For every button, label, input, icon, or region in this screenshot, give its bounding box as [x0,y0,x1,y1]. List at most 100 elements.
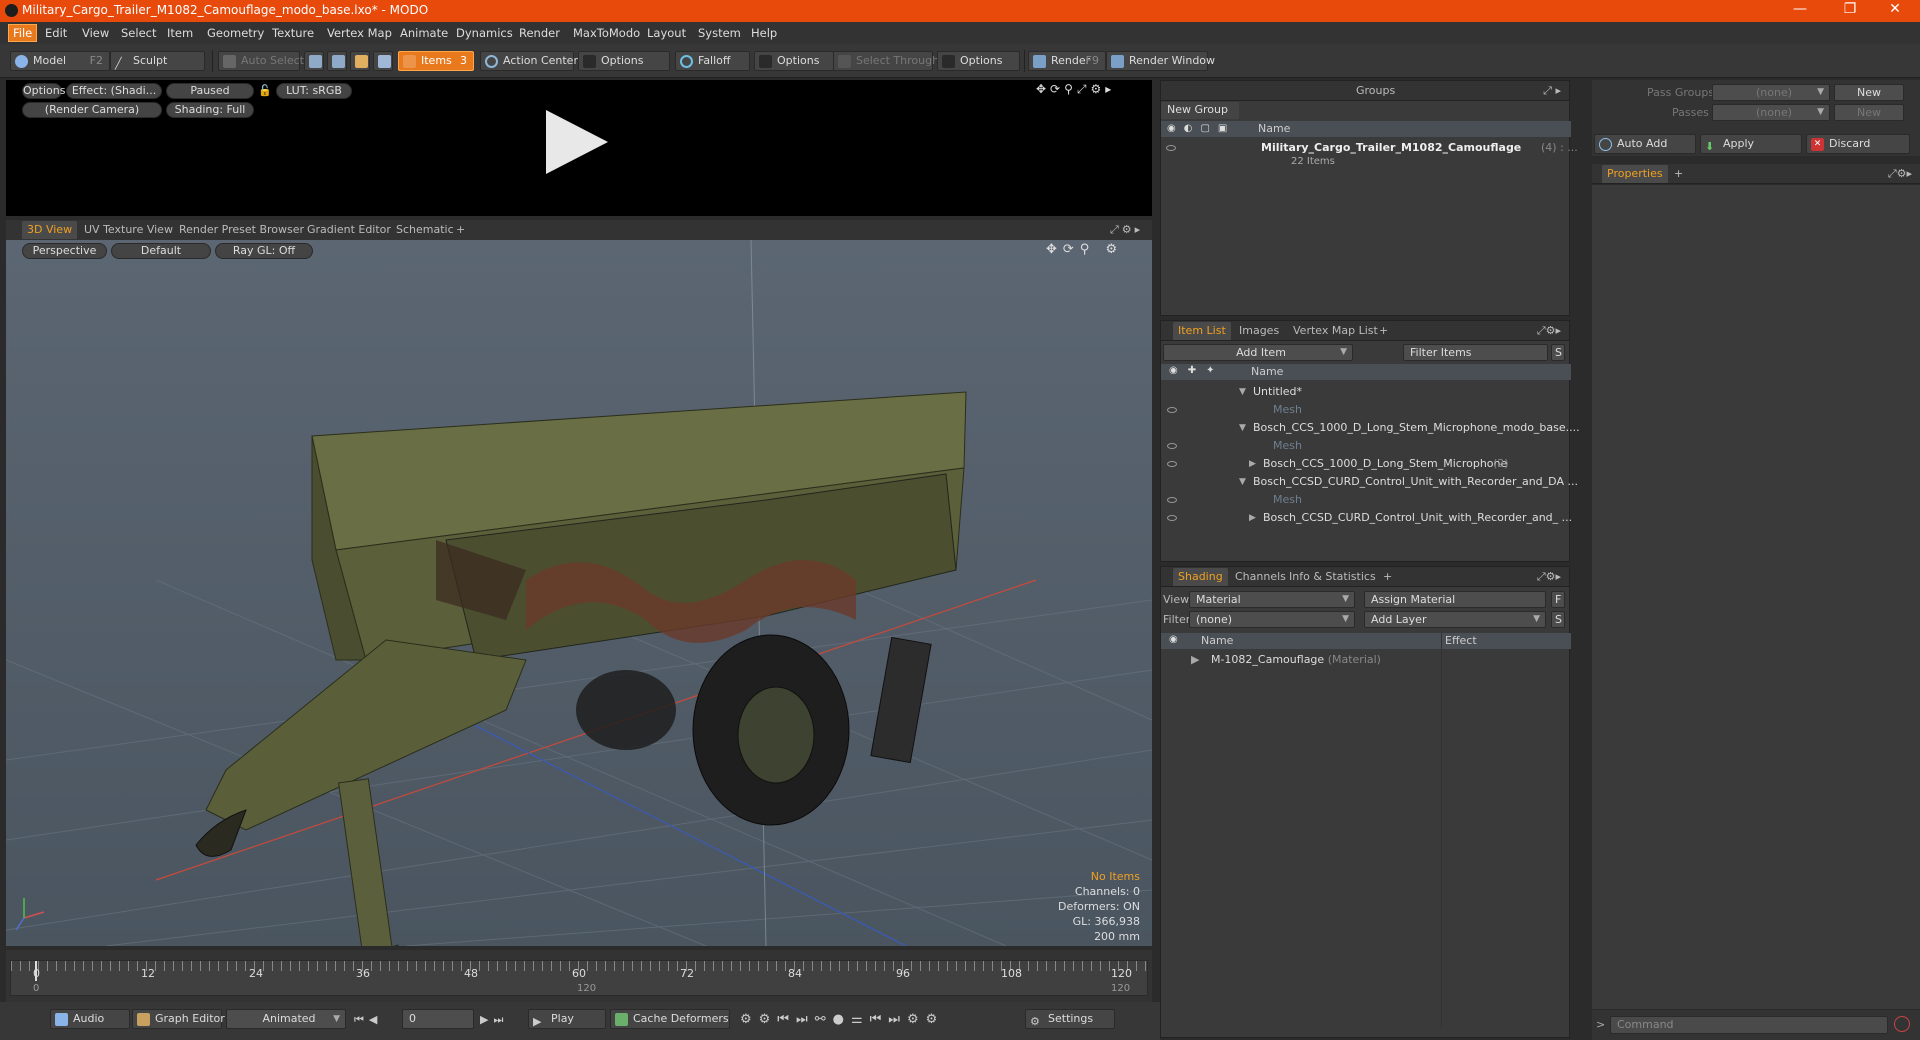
menu-dynamics[interactable]: Dynamics [456,26,513,40]
model-mode-button[interactable]: Model F2 [10,51,110,71]
apply-button[interactable]: ⬇ Apply [1700,134,1802,154]
menu-layout[interactable]: Layout [647,26,686,40]
view-dropdown[interactable]: Material ▼ [1189,591,1355,608]
minimize-button[interactable]: — [1785,1,1815,17]
ray-gl-dropdown[interactable]: Ray GL: Off [215,243,313,259]
material-row[interactable]: ▶ M-1082_Camouflage (Material) [1161,651,1569,669]
lut-dropdown[interactable]: LUT: sRGB [276,83,352,99]
item-list-row[interactable]: ▼ Bosch_CCS_1000_D_Long_Stem_Microphone_m… [1161,419,1580,437]
action-center-button[interactable]: Action Center [480,51,578,71]
add-tab-button[interactable]: + [456,223,465,236]
item-list-row[interactable]: ▼ Bosch_CCSD_CURD_Control_Unit_with_Recor… [1161,473,1578,491]
shading-f-button[interactable]: F [1551,591,1565,608]
auto-select-button[interactable]: Auto Select [218,51,304,71]
frame-input[interactable]: 0 [402,1009,474,1029]
discard-button[interactable]: ✕ Discard [1806,134,1910,154]
expand-arrow-icon[interactable]: ▼ [1239,419,1246,437]
render-camera-dropdown[interactable]: (Render Camera) [22,102,162,118]
timeline-ruler[interactable]: 0 12 24 36 48 60 72 84 96 108 120 0 120 … [10,960,1148,996]
filter-dropdown[interactable]: (none) ▼ [1189,611,1355,628]
timeline[interactable]: 0 12 24 36 48 60 72 84 96 108 120 0 120 … [6,950,1152,1002]
sculpt-mode-button[interactable]: ╱ Sculpt [110,51,205,71]
tab-3d-view[interactable]: 3D View [22,221,78,239]
item-list-row[interactable]: Mesh [1161,491,1569,509]
tab-channels[interactable]: Channels [1235,570,1286,583]
cache-deformers-button[interactable]: Cache Deformers [610,1009,730,1029]
filter-s-button[interactable]: S [1551,344,1565,361]
close-button[interactable]: ✕ [1880,1,1910,17]
effect-dropdown[interactable]: Effect: (Shadi... [66,83,162,99]
3d-viewport[interactable]: Perspective Default Ray GL: Off ✥⟳⚲ ⚙ No… [6,240,1152,946]
expand-icon[interactable]: ⤢ ▸ [1543,84,1561,98]
paused-button[interactable]: Paused [166,83,254,99]
tab-properties[interactable]: Properties [1602,165,1668,183]
expand-arrow-icon[interactable]: ▶ [1191,653,1199,666]
menu-maxtomodo[interactable]: MaxToModo [573,26,640,40]
keyframe-tool-icons[interactable]: ⚙⚙⏮⏭⚯●⚌⏮⏭⚙⚙ [740,1012,944,1027]
menu-animate[interactable]: Animate [400,26,448,40]
shading-style-dropdown[interactable]: Default [111,243,211,259]
auto-add-button[interactable]: Auto Add [1594,134,1696,154]
panel-controls-icons[interactable]: ⤢⚙▸ [1537,570,1561,584]
stop-icon[interactable] [1894,1016,1910,1032]
visibility-eye-icon[interactable] [1167,443,1177,449]
settings-button[interactable]: ⚙ Settings [1025,1009,1115,1029]
items-mode-button[interactable]: Items 3 [398,51,474,71]
menu-view[interactable]: View [82,26,109,40]
preview-controls-icons[interactable]: ✥⟳⚲⤢⚙▸ [1036,82,1115,97]
menu-vertex-map[interactable]: Vertex Map [327,26,392,40]
frame-forward-icons[interactable]: ▶⏭ [480,1013,508,1027]
item-list-row[interactable]: ▶ Bosch_CCSD_CURD_Control_Unit_with_Recor… [1161,509,1572,527]
new-pass-button[interactable]: New [1834,104,1904,121]
falloff-button[interactable]: Falloff [675,51,750,71]
lock-icon[interactable]: 🔓 [258,84,272,97]
tab-info-statistics[interactable]: Info & Statistics [1289,570,1376,583]
expand-arrow-icon[interactable]: ▶ [1249,455,1256,473]
preview-options-button[interactable]: Options [22,83,65,99]
edges-mode-button[interactable] [327,51,347,71]
expand-arrow-icon[interactable]: ▼ [1239,383,1246,401]
new-pass-group-button[interactable]: New [1834,84,1904,101]
panel-controls-icons[interactable]: ⤢⚙▸ [1537,324,1561,338]
tab-render-preset-browser[interactable]: Render Preset Browser [179,223,304,236]
item-list-row[interactable]: ▶ Bosch_CCS_1000_D_Long_Stem_Microphone (2… [1161,455,1569,473]
menu-item[interactable]: Item [167,26,193,40]
add-layer-dropdown[interactable]: Add Layer ▼ [1364,611,1546,628]
expand-arrow-icon[interactable]: ▼ [1239,473,1246,491]
render-preview[interactable]: Options Effect: (Shadi... Paused 🔓 LUT: … [6,80,1152,216]
viewport-nav-icons[interactable]: ✥⟳⚲ ⚙ [1046,242,1123,257]
polygons-mode-button[interactable] [350,51,370,71]
visibility-eye-icon[interactable] [1167,497,1177,503]
trailer-model[interactable] [195,391,967,946]
play-button[interactable]: ▶ Play [528,1009,606,1029]
visibility-eye-icon[interactable] [1167,407,1177,413]
animated-dropdown[interactable]: Animated ▼ [226,1009,346,1029]
render-button[interactable]: Render F9 [1028,51,1106,71]
assign-material-button[interactable]: Assign Material [1364,591,1546,608]
add-properties-tab-button[interactable]: + [1674,167,1683,180]
tab-gradient-editor[interactable]: Gradient Editor [307,223,391,236]
tab-images[interactable]: Images [1239,324,1279,337]
render-window-button[interactable]: Render Window [1106,51,1215,71]
shading-s-button[interactable]: S [1551,611,1565,628]
properties-controls-icons[interactable]: ⤢⚙▸ [1888,167,1912,181]
menu-system[interactable]: System [698,26,741,40]
viewport-tab-controls-icons[interactable]: ⤢⚙▸ [1110,223,1143,237]
menu-edit[interactable]: Edit [45,26,67,40]
action-center-options-button[interactable]: Options [578,51,670,71]
perspective-dropdown[interactable]: Perspective [22,243,107,259]
item-list-row[interactable]: Mesh [1161,437,1569,455]
passes-dropdown[interactable]: (none) ▼ [1712,104,1830,121]
tab-item-list[interactable]: Item List [1173,322,1231,340]
menu-geometry[interactable]: Geometry [207,26,264,40]
audio-button[interactable]: Audio [50,1009,130,1029]
frame-back-icons[interactable]: ⏮◀ [354,1013,382,1027]
pass-groups-dropdown[interactable]: (none) ▼ [1712,84,1830,101]
visibility-eye-icon[interactable] [1167,515,1177,521]
playhead[interactable] [35,961,37,981]
tab-shading[interactable]: Shading [1173,568,1228,586]
materials-mode-button[interactable] [373,51,393,71]
group-row[interactable]: Military_Cargo_Trailer_M1082_Camouflage … [1161,139,1578,169]
select-through-button[interactable]: Select Through [833,51,939,71]
graph-editor-button[interactable]: Graph Editor [132,1009,225,1029]
